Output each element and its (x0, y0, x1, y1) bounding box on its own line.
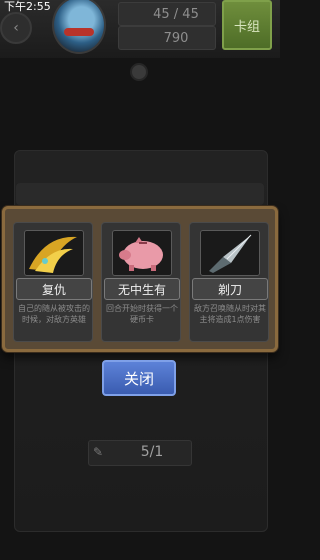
card-description: 回合开始时获得一个硬币卡 (106, 304, 178, 324)
deck-button[interactable]: 卡组 (222, 0, 272, 50)
pin-icon: ✎ (93, 445, 104, 459)
board-row (16, 183, 264, 205)
piggy-bank-icon (112, 230, 172, 276)
card-option-revenge[interactable]: 复仇 自己的随从被攻击的时候，对敌方英雄 (13, 222, 93, 342)
counter-value: 5/1 (140, 444, 164, 460)
golden-claw-icon (24, 230, 84, 276)
card-description: 敌方召唤随从时对其主将造成1点伤害 (194, 304, 266, 324)
card-name: 复仇 (16, 278, 92, 300)
health-display: 45 / 45 (118, 2, 216, 26)
chevron-left-icon: ‹ (13, 20, 19, 36)
gold-value: 790 (163, 30, 189, 46)
card-choice-modal: 复仇 自己的随从被攻击的时候，对敌方英雄 无中生有 回合开始时获得一个硬币卡 剃… (2, 206, 278, 352)
card-description: 自己的随从被攻击的时候，对敌方英雄 (18, 304, 90, 324)
card-option-something-from-nothing[interactable]: 无中生有 回合开始时获得一个硬币卡 (101, 222, 181, 342)
indicator-dot-icon (130, 63, 148, 81)
card-name: 无中生有 (104, 278, 180, 300)
health-value: 45 / 45 (153, 6, 199, 22)
back-button[interactable]: ‹ (0, 12, 32, 44)
hero-avatar[interactable] (52, 0, 106, 54)
card-option-razor[interactable]: 剃刀 敌方召唤随从时对其主将造成1点伤害 (189, 222, 269, 342)
deck-counter: ✎ 5/1 (88, 440, 192, 466)
gold-display: 790 (118, 26, 216, 50)
close-button[interactable]: 关闭 (102, 360, 176, 396)
top-bar: 下午2:55 ‹ 45 / 45 790 卡组 (0, 0, 280, 58)
card-name: 剃刀 (192, 278, 268, 300)
razor-blade-icon (200, 230, 260, 276)
